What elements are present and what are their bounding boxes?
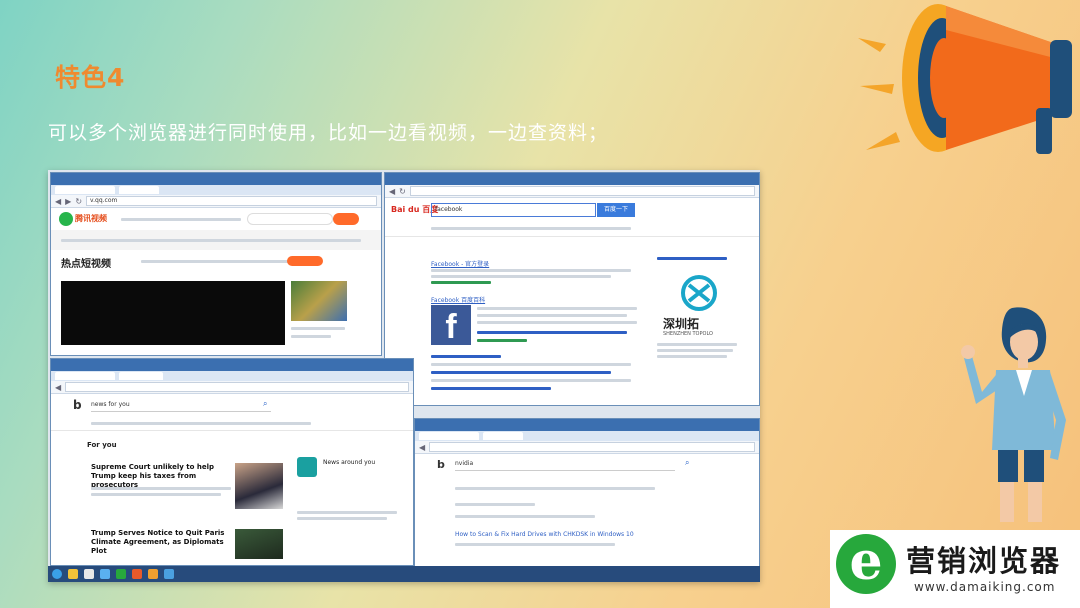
news-photo-2[interactable] [235, 529, 283, 559]
back-icon[interactable]: ◀ [419, 443, 425, 452]
back-icon[interactable]: ◀ [389, 187, 395, 196]
woman-illustration [961, 307, 1066, 522]
megaphone-illustration [858, 4, 1072, 154]
taskbar-app-icon[interactable] [148, 569, 158, 579]
video-player[interactable] [61, 281, 285, 345]
video-browser-window: ◀ ▶ ↻ v.qq.com 腾讯视频 热点短视频 [50, 172, 382, 356]
back-icon[interactable]: ◀ [55, 383, 61, 392]
start-button-icon[interactable] [52, 569, 62, 579]
video-site-brand: 腾讯视频 [75, 214, 107, 223]
video-thumbnail[interactable] [291, 281, 347, 321]
facebook-logo-icon: f [431, 305, 471, 346]
baidu-result-2[interactable]: Facebook 百度百科 [431, 295, 485, 304]
bing-logo-icon: b [73, 398, 82, 412]
video-site-header: 腾讯视频 [51, 208, 381, 230]
bing-search-window: ◀ b nvidia ⌕ How to Scan & Fix Hard Driv… [414, 418, 760, 568]
back-icon[interactable]: ◀ [55, 197, 61, 206]
company-logo-icon [681, 275, 717, 311]
news-headline-1[interactable]: Supreme Court unlikely to help Trump kee… [91, 463, 231, 490]
baidu-search-input[interactable]: facebook [431, 203, 596, 217]
refresh-icon[interactable]: ↻ [399, 187, 406, 196]
location-pin-icon [297, 457, 317, 477]
taskbar-app-icon[interactable] [100, 569, 110, 579]
taskbar-app-icon[interactable] [68, 569, 78, 579]
video-search-input[interactable] [247, 213, 333, 225]
refresh-icon[interactable]: ↻ [75, 197, 82, 206]
bing-news-window: ◀ b news for you ⌕ For you Supreme Court… [50, 358, 414, 566]
news-around-card[interactable]: News around you [323, 459, 375, 466]
bing-logo-icon: b [437, 458, 445, 471]
video-tab-button[interactable] [287, 256, 323, 266]
news-headline-2[interactable]: Trump Serves Notice to Quit Paris Climat… [91, 529, 231, 556]
brand-name: 营销浏览器 [906, 544, 1062, 578]
address-bar[interactable] [65, 382, 409, 392]
brand-logo-letter: e [836, 534, 896, 594]
bing-result-link[interactable]: How to Scan & Fix Hard Drives with CHKDS… [455, 531, 634, 538]
slide-title: 特色4 [55, 63, 126, 92]
slide-subtitle: 可以多个浏览器进行同时使用，比如一边看视频，一边查资料； [48, 122, 609, 144]
baidu-search-button[interactable]: 百度一下 [597, 203, 635, 217]
taskbar-app-icon[interactable] [84, 569, 94, 579]
address-bar[interactable] [429, 442, 755, 452]
search-icon[interactable]: ⌕ [263, 399, 267, 409]
taskbar-app-icon[interactable] [132, 569, 142, 579]
address-bar[interactable] [409, 186, 755, 196]
news-photo-1[interactable] [235, 463, 283, 509]
company-name-cn: 深圳拓 [663, 317, 700, 331]
bing-search-input[interactable]: nvidia [455, 458, 675, 471]
baidu-result-1[interactable]: Facebook - 官方登录 [431, 259, 489, 268]
address-bar[interactable]: v.qq.com [86, 196, 377, 206]
side-ad-card[interactable]: 深圳拓 SHENZHEN TOPOLO [657, 257, 741, 367]
taskbar-app-icon[interactable] [116, 569, 126, 579]
company-name-en: SHENZHEN TOPOLO [663, 331, 713, 337]
forward-icon[interactable]: ▶ [65, 197, 71, 206]
bing-search-input[interactable]: news for you [91, 399, 271, 412]
brand-logo: e 营销浏览器 www.damaiking.com [830, 530, 1080, 608]
video-search-button[interactable] [333, 213, 359, 225]
windows-taskbar [48, 566, 760, 582]
bing-section-title: For you [87, 441, 117, 449]
browser-screenshot: ◀ ▶ ↻ v.qq.com 腾讯视频 热点短视频 ◀ ↻ Bai du 百度 … [48, 170, 760, 582]
tencent-video-logo-icon [59, 212, 73, 226]
brand-url: www.damaiking.com [914, 580, 1056, 594]
video-section-title: 热点短视频 [61, 259, 111, 270]
taskbar-app-icon[interactable] [164, 569, 174, 579]
baidu-browser-window: ◀ ↻ Bai du 百度 facebook 百度一下 Facebook - 官… [384, 172, 760, 406]
search-icon[interactable]: ⌕ [685, 458, 689, 468]
